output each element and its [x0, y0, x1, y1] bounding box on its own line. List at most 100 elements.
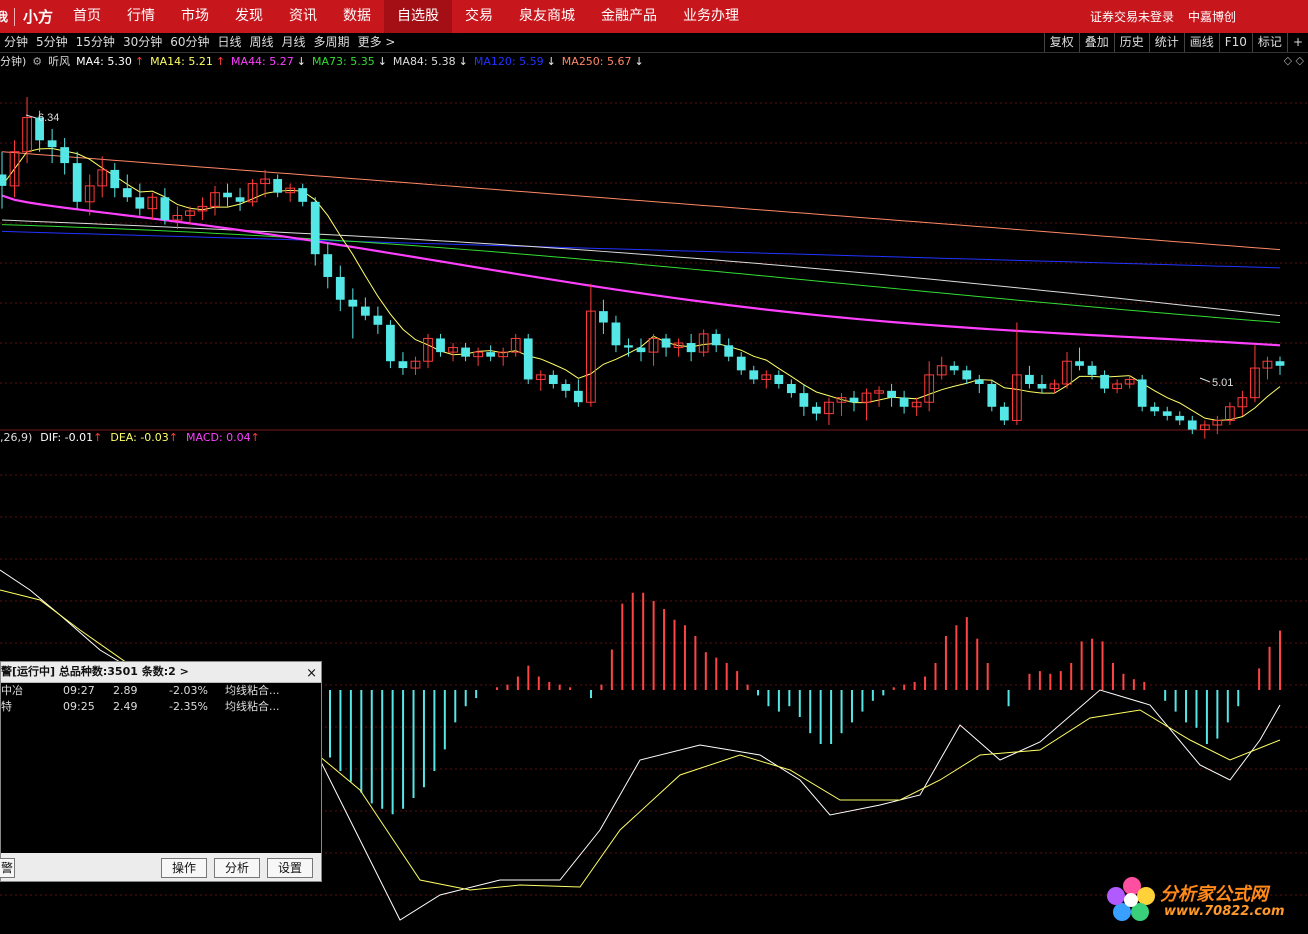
- watermark-text: 分析家公式网: [1160, 884, 1268, 905]
- macd-legend-item: MACD: 0.04↑: [186, 430, 260, 446]
- candle-body-down: [373, 315, 383, 325]
- macd-value: DIF: -0.01: [40, 431, 94, 444]
- candle-body-down: [1137, 379, 1147, 407]
- low-pointer: [1199, 377, 1211, 383]
- candle-body-down: [548, 374, 558, 385]
- candle-body-down: [573, 390, 583, 403]
- candle-body-down: [812, 406, 821, 414]
- candle-body-down: [599, 311, 608, 323]
- candle-body-down: [1100, 374, 1109, 389]
- candle-body-down: [335, 276, 345, 300]
- trend-arrow: ↑: [250, 431, 260, 444]
- alert-panel-footer: 警 操作 分析 设置: [0, 854, 321, 880]
- macd-legend: ,26,9) DIF: -0.01↑ DEA: -0.03↑ MACD: 0.04↑: [0, 430, 260, 446]
- alert-panel-header[interactable]: 警[运行中] 总品种数:3501 条数:2 > ×: [1, 662, 321, 683]
- candle-body-down: [987, 384, 997, 407]
- alert-signal: 均线粘合...: [225, 684, 280, 697]
- candle-body-down: [887, 390, 896, 398]
- candle-body-down: [636, 347, 646, 353]
- ma-line-ma14: [1, 148, 1281, 421]
- high-price-label: 6.34: [38, 112, 59, 124]
- watermark-logo: 分析家公式网 www.70822.com: [1102, 872, 1302, 928]
- candle-body-down: [273, 179, 283, 193]
- candle-body-down: [1150, 406, 1160, 412]
- candle-body-down: [1075, 361, 1084, 366]
- candle-body-down: [135, 197, 145, 209]
- trend-arrow: ↑: [93, 431, 103, 444]
- candle-body-down: [360, 306, 370, 316]
- candle-body-down: [1025, 374, 1034, 385]
- alert-row[interactable]: 中冶 09:27 2.89 -2.03% 均线粘合...: [1, 683, 321, 699]
- candle-body-down: [624, 345, 633, 348]
- settings-button[interactable]: 设置: [267, 858, 313, 878]
- candle-body-down: [849, 397, 859, 403]
- macd-value: DEA: -0.03: [110, 431, 169, 444]
- alert-name: 特: [1, 700, 12, 713]
- candle-body-down: [999, 406, 1009, 421]
- candle-body-down: [686, 343, 696, 353]
- alert-time: 09:25: [63, 700, 95, 713]
- alert-time: 09:27: [63, 684, 95, 697]
- alert-panel: 警[运行中] 总品种数:3501 条数:2 > × 中冶 09:27 2.89 -2.…: [0, 661, 322, 882]
- candle-body-down: [1087, 365, 1097, 375]
- macd-legend-item: DEA: -0.03↑: [110, 430, 178, 446]
- candle-body-down: [661, 338, 671, 348]
- alert-panel-title: 警[运行中] 总品种数:3501 条数:2 >: [1, 665, 189, 678]
- candle-body-down: [461, 347, 470, 357]
- alert-change: -2.03%: [169, 684, 208, 697]
- candle-body-down: [1037, 384, 1047, 389]
- candle-body-down: [398, 361, 408, 369]
- alert-signal: 均线粘合...: [225, 700, 280, 713]
- alert-row[interactable]: 特 09:25 2.49 -2.35% 均线粘合...: [1, 699, 321, 715]
- candle-body-down: [899, 397, 909, 407]
- macd-value: MACD: 0.04: [186, 431, 251, 444]
- candle-body-down: [310, 201, 320, 255]
- alert-change: -2.35%: [169, 700, 208, 713]
- candle-body-down: [386, 324, 395, 362]
- candle-body-down: [72, 163, 82, 202]
- candle-body-down: [323, 254, 333, 277]
- candle-body-down: [949, 365, 959, 371]
- candle-body-down: [223, 192, 232, 198]
- candle-body-down: [1187, 420, 1197, 430]
- alert-list: 中冶 09:27 2.89 -2.03% 均线粘合... 特 09:25 2.49 -2.35%…: [1, 683, 321, 853]
- flower-icon: [1107, 877, 1155, 921]
- candle-body-down: [561, 384, 571, 391]
- candle-body-down: [724, 345, 734, 357]
- candle-body-down: [1275, 361, 1285, 366]
- candle-body-down: [962, 370, 972, 380]
- alert-button[interactable]: 警: [0, 858, 15, 878]
- alert-price: 2.89: [113, 684, 138, 697]
- candle-body-down: [60, 147, 70, 164]
- trend-arrow: ↑: [168, 431, 178, 444]
- macd-legend-prefix: ,26,9): [0, 431, 33, 444]
- candle-body-down: [0, 174, 7, 186]
- operate-button[interactable]: 操作: [161, 858, 207, 878]
- candle-body-down: [974, 379, 984, 385]
- candle-body-down: [749, 370, 759, 380]
- ma-line-ma73: [1, 224, 1281, 324]
- candle-body-down: [1162, 411, 1172, 416]
- candle-body-down: [348, 299, 358, 307]
- candle-body-down: [523, 338, 533, 380]
- candle-body-down: [486, 352, 496, 357]
- candle-body-down: [711, 333, 721, 346]
- candle-body-down: [799, 393, 809, 407]
- ma-line-ma120: [1, 230, 1281, 269]
- candle-body-down: [235, 197, 245, 202]
- candle-body-down: [611, 322, 621, 346]
- candle-body-down: [298, 188, 308, 202]
- ma-line-ma250: [1, 151, 1281, 251]
- watermark-url: www.70822.com: [1164, 904, 1285, 919]
- candle-body-down: [1175, 415, 1185, 421]
- candle-body-down: [110, 169, 120, 189]
- candle-body-down: [47, 140, 57, 148]
- candle-body-down: [786, 384, 796, 394]
- candle-body-down: [122, 188, 132, 198]
- analyze-button[interactable]: 分析: [214, 858, 260, 878]
- candle-body-down: [160, 197, 170, 221]
- ma-line-ma44: [1, 194, 1281, 347]
- close-icon[interactable]: ×: [306, 664, 317, 684]
- ma-line-ma84: [1, 219, 1281, 317]
- alert-price: 2.49: [113, 700, 138, 713]
